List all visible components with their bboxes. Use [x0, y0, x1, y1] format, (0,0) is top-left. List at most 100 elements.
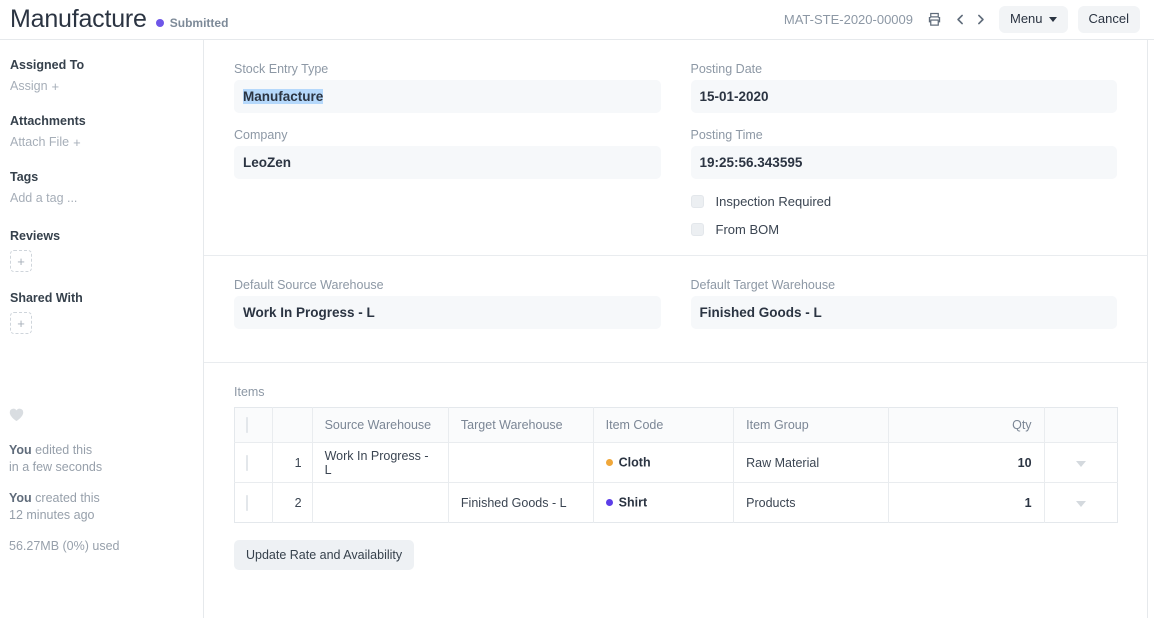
row-source-warehouse[interactable] — [312, 483, 448, 523]
assigned-to-heading: Assigned To — [10, 58, 193, 72]
item-color-dot-icon — [606, 499, 613, 506]
add-review-button[interactable]: + — [10, 250, 32, 272]
assign-label: Assign — [10, 79, 48, 93]
page-title: Manufacture — [10, 7, 147, 32]
row-checkbox[interactable] — [246, 455, 248, 471]
row-index: 1 — [272, 443, 312, 483]
row-target-warehouse[interactable]: Finished Goods - L — [448, 483, 593, 523]
stock-entry-type-input[interactable]: Manufacture — [234, 80, 661, 113]
assign-button[interactable]: Assign + — [10, 79, 59, 94]
row-item-group[interactable]: Raw Material — [734, 443, 889, 483]
activity-action: edited this — [32, 443, 92, 457]
heart-icon[interactable] — [9, 408, 24, 426]
main-content: Stock Entry Type Manufacture Company Leo… — [204, 39, 1154, 618]
add-tag-input[interactable]: Add a tag ... — [10, 191, 77, 205]
field-posting-date: Posting Date 15-01-2020 — [691, 62, 1118, 113]
select-all-checkbox[interactable] — [246, 417, 248, 433]
select-all-header — [235, 408, 273, 443]
add-shared-user-button[interactable]: + — [10, 312, 32, 334]
field-stock-entry-type: Stock Entry Type Manufacture — [234, 62, 661, 113]
table-row[interactable]: 1 Work In Progress - L Cloth Raw Materia… — [235, 443, 1118, 483]
stock-entry-type-label: Stock Entry Type — [234, 62, 661, 76]
status-label: Submitted — [170, 16, 229, 30]
row-source-warehouse[interactable]: Work In Progress - L — [312, 443, 448, 483]
reviews-heading: Reviews — [10, 229, 193, 243]
default-source-warehouse-input[interactable]: Work In Progress - L — [234, 296, 661, 329]
from-bom-checkbox[interactable] — [691, 223, 704, 236]
warehouse-column-right: Default Target Warehouse Finished Goods … — [691, 278, 1118, 344]
chevron-left-icon[interactable] — [951, 9, 969, 29]
activity-action: created this — [32, 491, 100, 505]
form-column-left: Stock Entry Type Manufacture Company Leo… — [234, 62, 661, 237]
storage-usage: 56.27MB (0%) used — [9, 538, 119, 555]
activity-log: You edited this in a few seconds You cre… — [9, 442, 119, 555]
row-select-cell — [235, 443, 273, 483]
items-table-header-row: Source Warehouse Target Warehouse Item C… — [235, 408, 1118, 443]
posting-time-input[interactable]: 19:25:56.343595 — [691, 146, 1118, 179]
row-item-code-value: Cloth — [619, 456, 651, 470]
row-target-warehouse[interactable] — [448, 443, 593, 483]
update-rate-availability-button[interactable]: Update Rate and Availability — [234, 540, 414, 570]
item-color-dot-icon — [606, 459, 613, 466]
chevron-down-icon[interactable] — [1076, 501, 1086, 507]
cancel-button[interactable]: Cancel — [1078, 6, 1140, 32]
stock-entry-type-value: Manufacture — [243, 89, 323, 104]
row-checkbox[interactable] — [246, 495, 248, 511]
form-section-warehouses: Default Source Warehouse Work In Progres… — [204, 256, 1147, 363]
row-item-code[interactable]: Shirt — [593, 483, 734, 523]
form-section-items: Items Source Warehouse Target Warehouse … — [204, 363, 1147, 580]
chevron-down-icon[interactable] — [1076, 461, 1086, 467]
menu-button[interactable]: Menu — [999, 6, 1068, 32]
top-bar-actions: MAT-STE-2020-00009 Menu — [784, 6, 1140, 32]
document-id: MAT-STE-2020-00009 — [784, 12, 913, 27]
form-column-right: Posting Date 15-01-2020 Posting Time 19:… — [691, 62, 1118, 237]
title-group: Manufacture Submitted — [10, 7, 228, 32]
row-index: 2 — [272, 483, 312, 523]
sidebar-section-assigned-to: Assigned To Assign + — [10, 58, 193, 95]
chevron-right-icon[interactable] — [971, 9, 989, 29]
inspection-required-label: Inspection Required — [716, 194, 832, 209]
row-item-code[interactable]: Cloth — [593, 443, 734, 483]
from-bom-label: From BOM — [716, 222, 780, 237]
qty-header[interactable]: Qty — [889, 408, 1044, 443]
record-navigation — [951, 9, 989, 29]
printer-icon[interactable] — [925, 9, 943, 29]
row-index-header — [272, 408, 312, 443]
plus-icon: + — [52, 79, 60, 94]
activity-entry: You edited this in a few seconds — [9, 442, 119, 476]
activity-actor: You — [9, 491, 32, 505]
menu-button-label: Menu — [1010, 12, 1043, 26]
sidebar-section-tags: Tags Add a tag ... — [10, 170, 193, 207]
field-company: Company LeoZen — [234, 128, 661, 179]
status-dot-icon — [156, 19, 164, 27]
posting-date-label: Posting Date — [691, 62, 1118, 76]
row-qty[interactable]: 10 — [889, 443, 1044, 483]
sidebar-section-attachments: Attachments Attach File + — [10, 114, 193, 151]
item-code-header[interactable]: Item Code — [593, 408, 734, 443]
sidebar: Assigned To Assign + Attachments Attach … — [0, 39, 204, 618]
default-target-warehouse-input[interactable]: Finished Goods - L — [691, 296, 1118, 329]
field-from-bom[interactable]: From BOM — [691, 222, 1118, 237]
source-warehouse-header[interactable]: Source Warehouse — [312, 408, 448, 443]
company-label: Company — [234, 128, 661, 142]
field-inspection-required[interactable]: Inspection Required — [691, 194, 1118, 209]
row-select-cell — [235, 483, 273, 523]
table-row[interactable]: 2 Finished Goods - L Shirt Products 1 — [235, 483, 1118, 523]
target-warehouse-header[interactable]: Target Warehouse — [448, 408, 593, 443]
row-qty[interactable]: 1 — [889, 483, 1044, 523]
default-source-warehouse-label: Default Source Warehouse — [234, 278, 661, 292]
attach-file-button[interactable]: Attach File + — [10, 135, 81, 150]
status-badge: Submitted — [156, 16, 229, 30]
row-item-group[interactable]: Products — [734, 483, 889, 523]
inspection-required-checkbox[interactable] — [691, 195, 704, 208]
posting-date-input[interactable]: 15-01-2020 — [691, 80, 1118, 113]
activity-time: 12 minutes ago — [9, 507, 119, 524]
items-label: Items — [234, 385, 1117, 399]
plus-icon: + — [73, 135, 81, 150]
tags-heading: Tags — [10, 170, 193, 184]
top-bar: Manufacture Submitted MAT-STE-2020-00009 — [0, 0, 1154, 39]
item-group-header[interactable]: Item Group — [734, 408, 889, 443]
warehouse-column-left: Default Source Warehouse Work In Progres… — [234, 278, 661, 344]
company-input[interactable]: LeoZen — [234, 146, 661, 179]
page-body: Assigned To Assign + Attachments Attach … — [0, 39, 1154, 618]
